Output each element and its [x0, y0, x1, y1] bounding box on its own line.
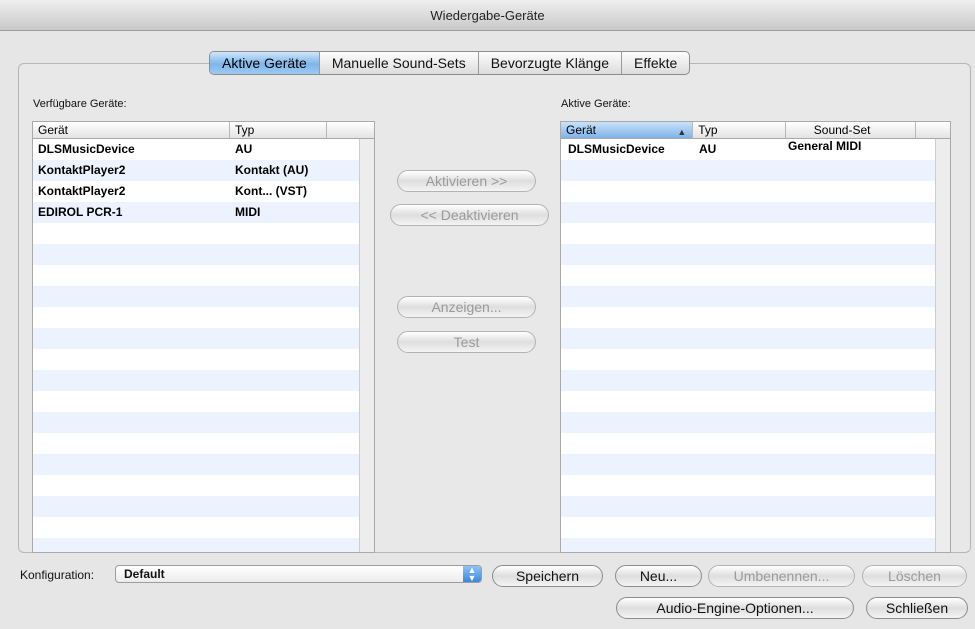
- empty-row: [561, 286, 935, 307]
- empty-row: [33, 349, 359, 370]
- available-rows: DLSMusicDevice AU KontaktPlayer2 Kontakt…: [33, 139, 359, 552]
- empty-row: [33, 517, 359, 538]
- configuration-label: Konfiguration:: [20, 568, 95, 582]
- device-type: Kontakt (AU): [235, 163, 309, 177]
- empty-row: [561, 160, 935, 181]
- device-name: DLSMusicDevice: [38, 142, 135, 156]
- available-devices-table[interactable]: Gerät Typ DLSMusicDevice AU KontaktPlaye…: [32, 121, 375, 553]
- available-devices-label: Verfügbare Geräte:: [33, 98, 127, 110]
- column-header-type[interactable]: Typ: [230, 122, 327, 138]
- tab-manuelle-sound-sets[interactable]: Manuelle Sound-Sets: [320, 52, 479, 74]
- rename-button[interactable]: Umbenennen...: [708, 565, 855, 587]
- column-header-sound-set[interactable]: Sound-Set: [786, 122, 917, 138]
- column-header-device[interactable]: Gerät ▲: [561, 122, 694, 138]
- column-header-empty: [916, 122, 950, 138]
- device-type: AU: [699, 142, 717, 156]
- table-row[interactable]: KontaktPlayer2 Kont... (VST): [33, 181, 359, 202]
- empty-row: [561, 517, 935, 538]
- deactivate-button[interactable]: << Deaktivieren: [390, 204, 549, 226]
- active-devices-table[interactable]: Gerät ▲ Typ Sound-Set DLSMusicDevice AU …: [560, 121, 951, 553]
- empty-row: [561, 370, 935, 391]
- table-header: Gerät ▲ Typ Sound-Set: [561, 122, 950, 139]
- active-rows: DLSMusicDevice AU General MIDI: [561, 139, 935, 552]
- empty-row: [561, 328, 935, 349]
- empty-row: [33, 391, 359, 412]
- device-type: Kont... (VST): [235, 184, 307, 198]
- device-name: DLSMusicDevice: [568, 142, 665, 156]
- empty-row: [33, 328, 359, 349]
- empty-row: [33, 223, 359, 244]
- device-type: MIDI: [235, 205, 261, 219]
- column-header-empty: [327, 122, 374, 138]
- delete-button[interactable]: Löschen: [862, 565, 967, 587]
- table-row[interactable]: DLSMusicDevice AU: [33, 139, 359, 160]
- empty-row: [33, 286, 359, 307]
- empty-row: [33, 307, 359, 328]
- empty-row: [33, 412, 359, 433]
- new-button[interactable]: Neu...: [615, 565, 702, 587]
- configuration-select[interactable]: Default ▲ ▼: [115, 565, 482, 583]
- vertical-scrollbar[interactable]: [359, 139, 374, 552]
- device-name: KontaktPlayer2: [38, 184, 126, 198]
- empty-row: [33, 244, 359, 265]
- device-type: AU: [235, 142, 253, 156]
- empty-row: [561, 202, 935, 223]
- empty-row: [33, 496, 359, 517]
- column-header-type[interactable]: Typ: [693, 122, 786, 138]
- test-button[interactable]: Test: [397, 331, 536, 353]
- vertical-scrollbar[interactable]: [935, 139, 950, 552]
- sort-ascending-icon: ▲: [677, 127, 687, 137]
- show-button[interactable]: Anzeigen...: [397, 296, 536, 318]
- activate-button[interactable]: Aktivieren >>: [397, 170, 536, 192]
- audio-engine-options-button[interactable]: Audio-Engine-Optionen...: [616, 597, 854, 619]
- empty-row: [561, 496, 935, 517]
- empty-row: [33, 433, 359, 454]
- empty-row: [33, 475, 359, 496]
- configuration-value: Default: [124, 567, 165, 581]
- window-title: Wiedergabe-Geräte: [430, 8, 545, 23]
- close-button[interactable]: Schließen: [866, 597, 968, 619]
- tab-bevorzugte-klaenge[interactable]: Bevorzugte Klänge: [479, 52, 623, 74]
- empty-row: [561, 307, 935, 328]
- empty-row: [561, 349, 935, 370]
- tab-effekte[interactable]: Effekte: [622, 52, 689, 74]
- tab-bar: Aktive Geräte Manuelle Sound-Sets Bevorz…: [209, 51, 691, 75]
- device-sound-set: General MIDI: [788, 139, 862, 153]
- device-name: EDIROL PCR-1: [38, 205, 123, 219]
- save-button[interactable]: Speichern: [492, 565, 603, 587]
- empty-row: [561, 475, 935, 496]
- empty-row: [561, 538, 935, 552]
- table-row[interactable]: EDIROL PCR-1 MIDI: [33, 202, 359, 223]
- empty-row: [561, 181, 935, 202]
- empty-row: [561, 223, 935, 244]
- empty-row: [561, 391, 935, 412]
- empty-row: [561, 412, 935, 433]
- active-devices-label: Aktive Geräte:: [561, 98, 631, 110]
- empty-row: [33, 538, 359, 552]
- table-row[interactable]: DLSMusicDevice AU General MIDI: [561, 139, 935, 160]
- empty-row: [561, 265, 935, 286]
- tab-aktive-geraete[interactable]: Aktive Geräte: [210, 52, 320, 74]
- empty-row: [561, 433, 935, 454]
- table-row[interactable]: KontaktPlayer2 Kontakt (AU): [33, 160, 359, 181]
- title-bar: Wiedergabe-Geräte: [0, 0, 975, 31]
- column-header-device[interactable]: Gerät: [33, 122, 230, 138]
- table-header: Gerät Typ: [33, 122, 374, 139]
- select-arrows-icon: ▲ ▼: [463, 566, 481, 583]
- empty-row: [33, 265, 359, 286]
- device-name: KontaktPlayer2: [38, 163, 126, 177]
- empty-row: [561, 454, 935, 475]
- column-header-device-label: Gerät: [566, 123, 597, 137]
- empty-row: [33, 370, 359, 391]
- empty-row: [33, 454, 359, 475]
- empty-row: [561, 244, 935, 265]
